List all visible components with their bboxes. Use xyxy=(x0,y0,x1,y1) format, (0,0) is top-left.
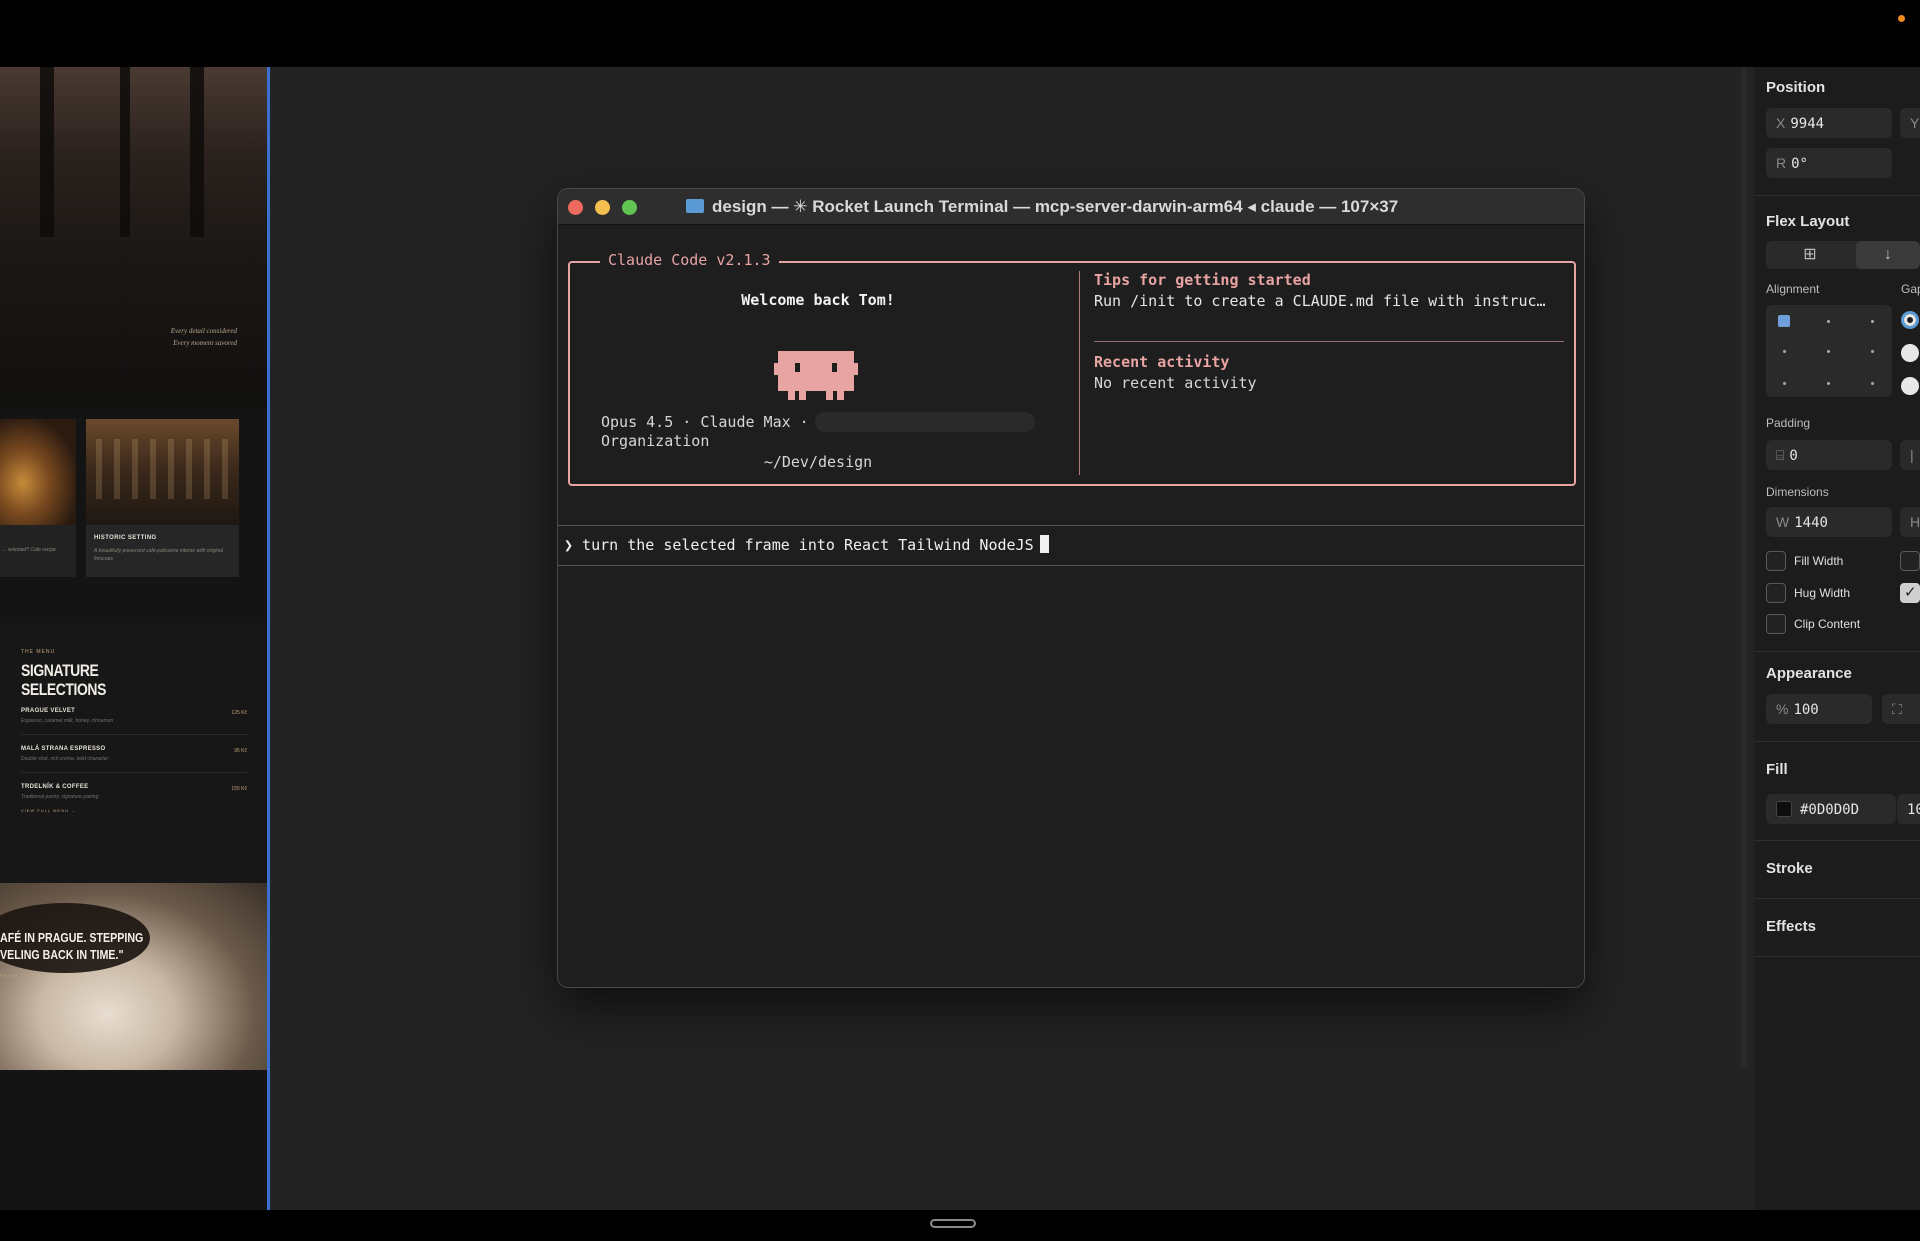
window-title: design — ✳ Rocket Launch Terminal — mcp-… xyxy=(686,197,1398,217)
recent-activity-text: No recent activity xyxy=(1094,374,1257,392)
tips-text: Run /init to create a CLAUDE.md file wit… xyxy=(1094,292,1546,310)
effects-label[interactable]: Effects xyxy=(1766,918,1816,935)
stroke-label[interactable]: Stroke xyxy=(1766,860,1813,877)
hug-height-checkbox[interactable] xyxy=(1900,583,1920,603)
hero-image: Every detail considered Every moment sav… xyxy=(0,67,267,409)
terminal-window[interactable]: design — ✳ Rocket Launch Terminal — mcp-… xyxy=(557,188,1585,988)
inspector-panel: Position X 9944 Y R 0° Flex Layout ⊞ ↓ Ali… xyxy=(1754,67,1920,1210)
fill-color-field[interactable]: #0D0D0D xyxy=(1766,794,1896,824)
terminal-titlebar[interactable]: design — ✳ Rocket Launch Terminal — mcp-… xyxy=(558,189,1584,225)
fill-color-swatch[interactable] xyxy=(1776,801,1792,817)
menu-title: SIGNATURE SELECTIONS xyxy=(21,661,106,699)
clip-content-checkbox[interactable] xyxy=(1766,614,1786,634)
close-window-button[interactable] xyxy=(568,200,583,215)
width-field[interactable]: W 1440 xyxy=(1766,507,1892,537)
hero-caption: Every detail considered Every moment sav… xyxy=(170,327,237,347)
x-position-field[interactable]: X 9944 xyxy=(1766,108,1892,138)
menu-item: MALÁ STRANA ESPRESSO Double shot, rich c… xyxy=(21,741,247,773)
y-position-field[interactable]: Y xyxy=(1900,108,1920,138)
folder-icon xyxy=(686,199,704,213)
tips-heading: Tips for getting started xyxy=(1094,271,1311,289)
menu-eyebrow: THE MENU xyxy=(21,649,56,655)
hug-width-checkbox[interactable] xyxy=(1766,583,1786,603)
alignment-label: Alignment xyxy=(1766,282,1820,296)
welcome-message: Welcome back Tom! xyxy=(741,291,895,309)
fill-width-checkbox[interactable] xyxy=(1766,551,1786,571)
padding-field[interactable]: ⌸ 0 xyxy=(1766,440,1892,470)
zoom-window-button[interactable] xyxy=(622,200,637,215)
text-cursor xyxy=(1039,535,1049,553)
corner-radius-field[interactable]: ⛶ xyxy=(1882,694,1920,724)
flex-layout-label: Flex Layout xyxy=(1766,213,1850,230)
fill-height-checkbox[interactable] xyxy=(1900,551,1920,571)
gap-radio-option[interactable] xyxy=(1901,344,1919,362)
grid-layout-icon[interactable]: ⊞ xyxy=(1766,241,1854,269)
hug-width-label: Hug Width xyxy=(1794,586,1851,600)
padding-icon: ⌸ xyxy=(1776,447,1785,463)
gap-label: Gap xyxy=(1901,282,1920,296)
top-bar xyxy=(0,0,1920,67)
working-directory: ~/Dev/design xyxy=(763,453,873,471)
minimize-window-button[interactable] xyxy=(595,200,610,215)
view-menu-link: VIEW FULL MENU → xyxy=(21,808,76,813)
claude-code-version: Claude Code v2.1.3 xyxy=(600,251,779,269)
arrow-down-icon[interactable]: ↓ xyxy=(1856,241,1920,269)
interior-image xyxy=(86,419,239,525)
quote-source: PRAHA TIMES xyxy=(0,973,38,978)
recent-activity-heading: Recent activity xyxy=(1094,353,1230,371)
menu-item: TRDELNÍK & COFFEE Traditional pastry, si… xyxy=(21,784,247,800)
selected-frame-preview[interactable]: Every detail considered Every moment sav… xyxy=(0,67,270,1210)
appearance-label: Appearance xyxy=(1766,665,1852,682)
organization-label: Organization xyxy=(601,432,710,450)
fill-label: Fill xyxy=(1766,761,1788,778)
model-info: Opus 4.5 · Claude Max · xyxy=(601,412,1035,432)
bottom-bar xyxy=(0,1210,1920,1241)
canvas-scrollbar[interactable] xyxy=(1741,67,1747,1067)
dimensions-label: Dimensions xyxy=(1766,485,1829,499)
tips-separator xyxy=(1094,341,1564,342)
padding-side-field[interactable]: | xyxy=(1900,440,1920,470)
recording-indicator-icon xyxy=(1898,15,1905,22)
card-caption-historic: HISTORIC SETTING A beautifully preserved… xyxy=(86,525,239,577)
alignment-selected[interactable] xyxy=(1778,315,1790,327)
card-caption: ... selected? Cafe recipe xyxy=(0,525,76,577)
gap-radio-option[interactable] xyxy=(1901,377,1919,395)
padding-label: Padding xyxy=(1766,416,1811,430)
corner-radius-icon: ⛶ xyxy=(1892,701,1902,717)
prompt-top-border xyxy=(558,525,1584,526)
pastry-image xyxy=(0,419,76,525)
menu-section: THE MENU SIGNATURE SELECTIONS PRAGUE VEL… xyxy=(0,623,267,883)
position-label: Position xyxy=(1766,79,1826,96)
prompt-input[interactable]: ❯ turn the selected frame into React Tai… xyxy=(564,535,1049,554)
fill-opacity-field[interactable]: 10 xyxy=(1896,794,1920,824)
alignment-grid[interactable] xyxy=(1766,305,1892,397)
opacity-field[interactable]: % 100 xyxy=(1766,694,1872,724)
flex-direction-toggle[interactable]: ⊞ ↓ xyxy=(1766,241,1920,269)
redacted-email xyxy=(814,412,1035,432)
rotation-field[interactable]: R 0° xyxy=(1766,148,1892,178)
menu-item: PRAGUE VELVET Espresso, caramel milk, ho… xyxy=(21,703,247,735)
gap-radio-auto[interactable] xyxy=(1901,311,1919,329)
fill-width-label: Fill Width xyxy=(1794,554,1844,568)
prompt-bottom-border xyxy=(558,565,1584,566)
clip-content-label: Clip Content xyxy=(1794,617,1861,631)
quote-text: AFÉ IN PRAGUE. STEPPING VELING BACK IN T… xyxy=(0,930,144,962)
welcome-divider xyxy=(1079,271,1080,475)
height-field[interactable]: H xyxy=(1900,507,1920,537)
quote-section: AFÉ IN PRAGUE. STEPPING VELING BACK IN T… xyxy=(0,883,267,1070)
home-indicator-icon[interactable] xyxy=(930,1219,976,1228)
